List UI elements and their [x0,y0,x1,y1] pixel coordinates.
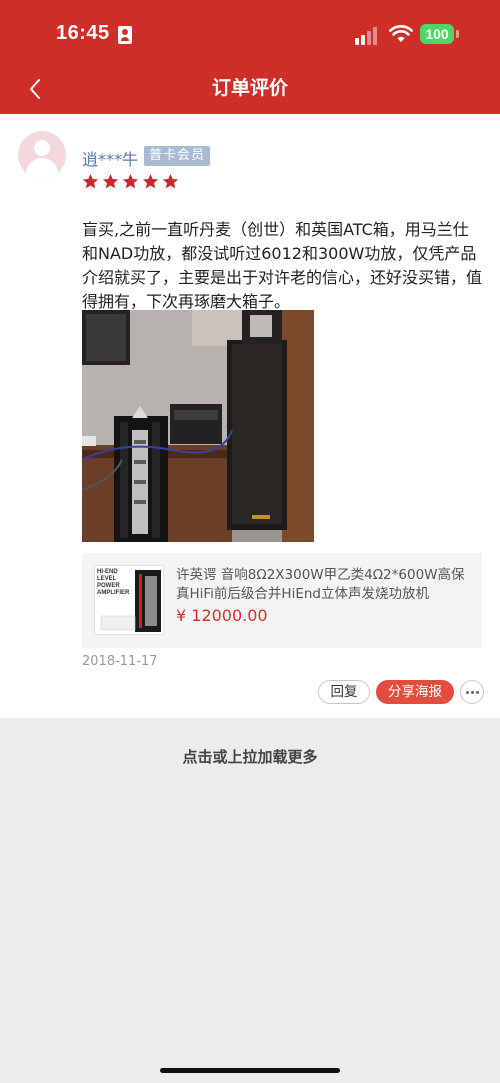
star-icon [102,174,119,189]
star-icon [162,174,179,189]
battery-icon: 100 [420,24,454,44]
product-price: ¥ 12000.00 [176,606,268,625]
amplifier-product-image [100,570,161,632]
more-dots-icon[interactable] [460,680,484,704]
star-icon [82,174,99,189]
avatar-head-shape [34,140,50,156]
review-card: 逍***牛 普卡会员 盲买,之前一直听丹麦（创世）和英国ATC箱，用马兰仕和NA… [0,114,500,718]
home-indicator[interactable] [160,1068,340,1073]
review-date: 2018-11-17 [82,654,158,669]
star-icon [122,174,139,189]
product-name: 许英谔 音响8Ω2X300W甲乙类4Ω2*600W高保真HiFi前后级合并HiE… [176,567,465,602]
review-photo[interactable] [82,310,314,542]
rating-stars [82,173,179,190]
header-bar: 16:45 100 订单评价 [0,0,500,114]
wifi-icon [389,25,413,42]
id-card-icon [118,26,132,44]
cellular-signal-icon [355,25,381,45]
product-thumbnail: HI-END LEVEL POWER AMPLIFIER [94,565,164,635]
page-title: 订单评价 [211,77,288,99]
avatar [18,131,66,179]
share-poster-button[interactable]: 分享海报 [376,680,454,704]
status-time: 16:45 [56,22,110,44]
avatar-body-shape [26,158,58,179]
star-icon [142,174,159,189]
member-badge: 普卡会员 [144,146,211,166]
load-more-button[interactable]: 点击或上拉加载更多 [0,746,500,767]
reply-button[interactable]: 回复 [318,680,370,704]
review-text: 盲买,之前一直听丹麦（创世）和英国ATC箱，用马兰仕和NAD功放，都没试听过60… [82,220,483,311]
battery-tip [456,30,459,38]
product-card[interactable]: HI-END LEVEL POWER AMPLIFIER 许英谔 音响8Ω2X3… [82,553,482,648]
reviewer-username: 逍***牛 [82,150,139,169]
